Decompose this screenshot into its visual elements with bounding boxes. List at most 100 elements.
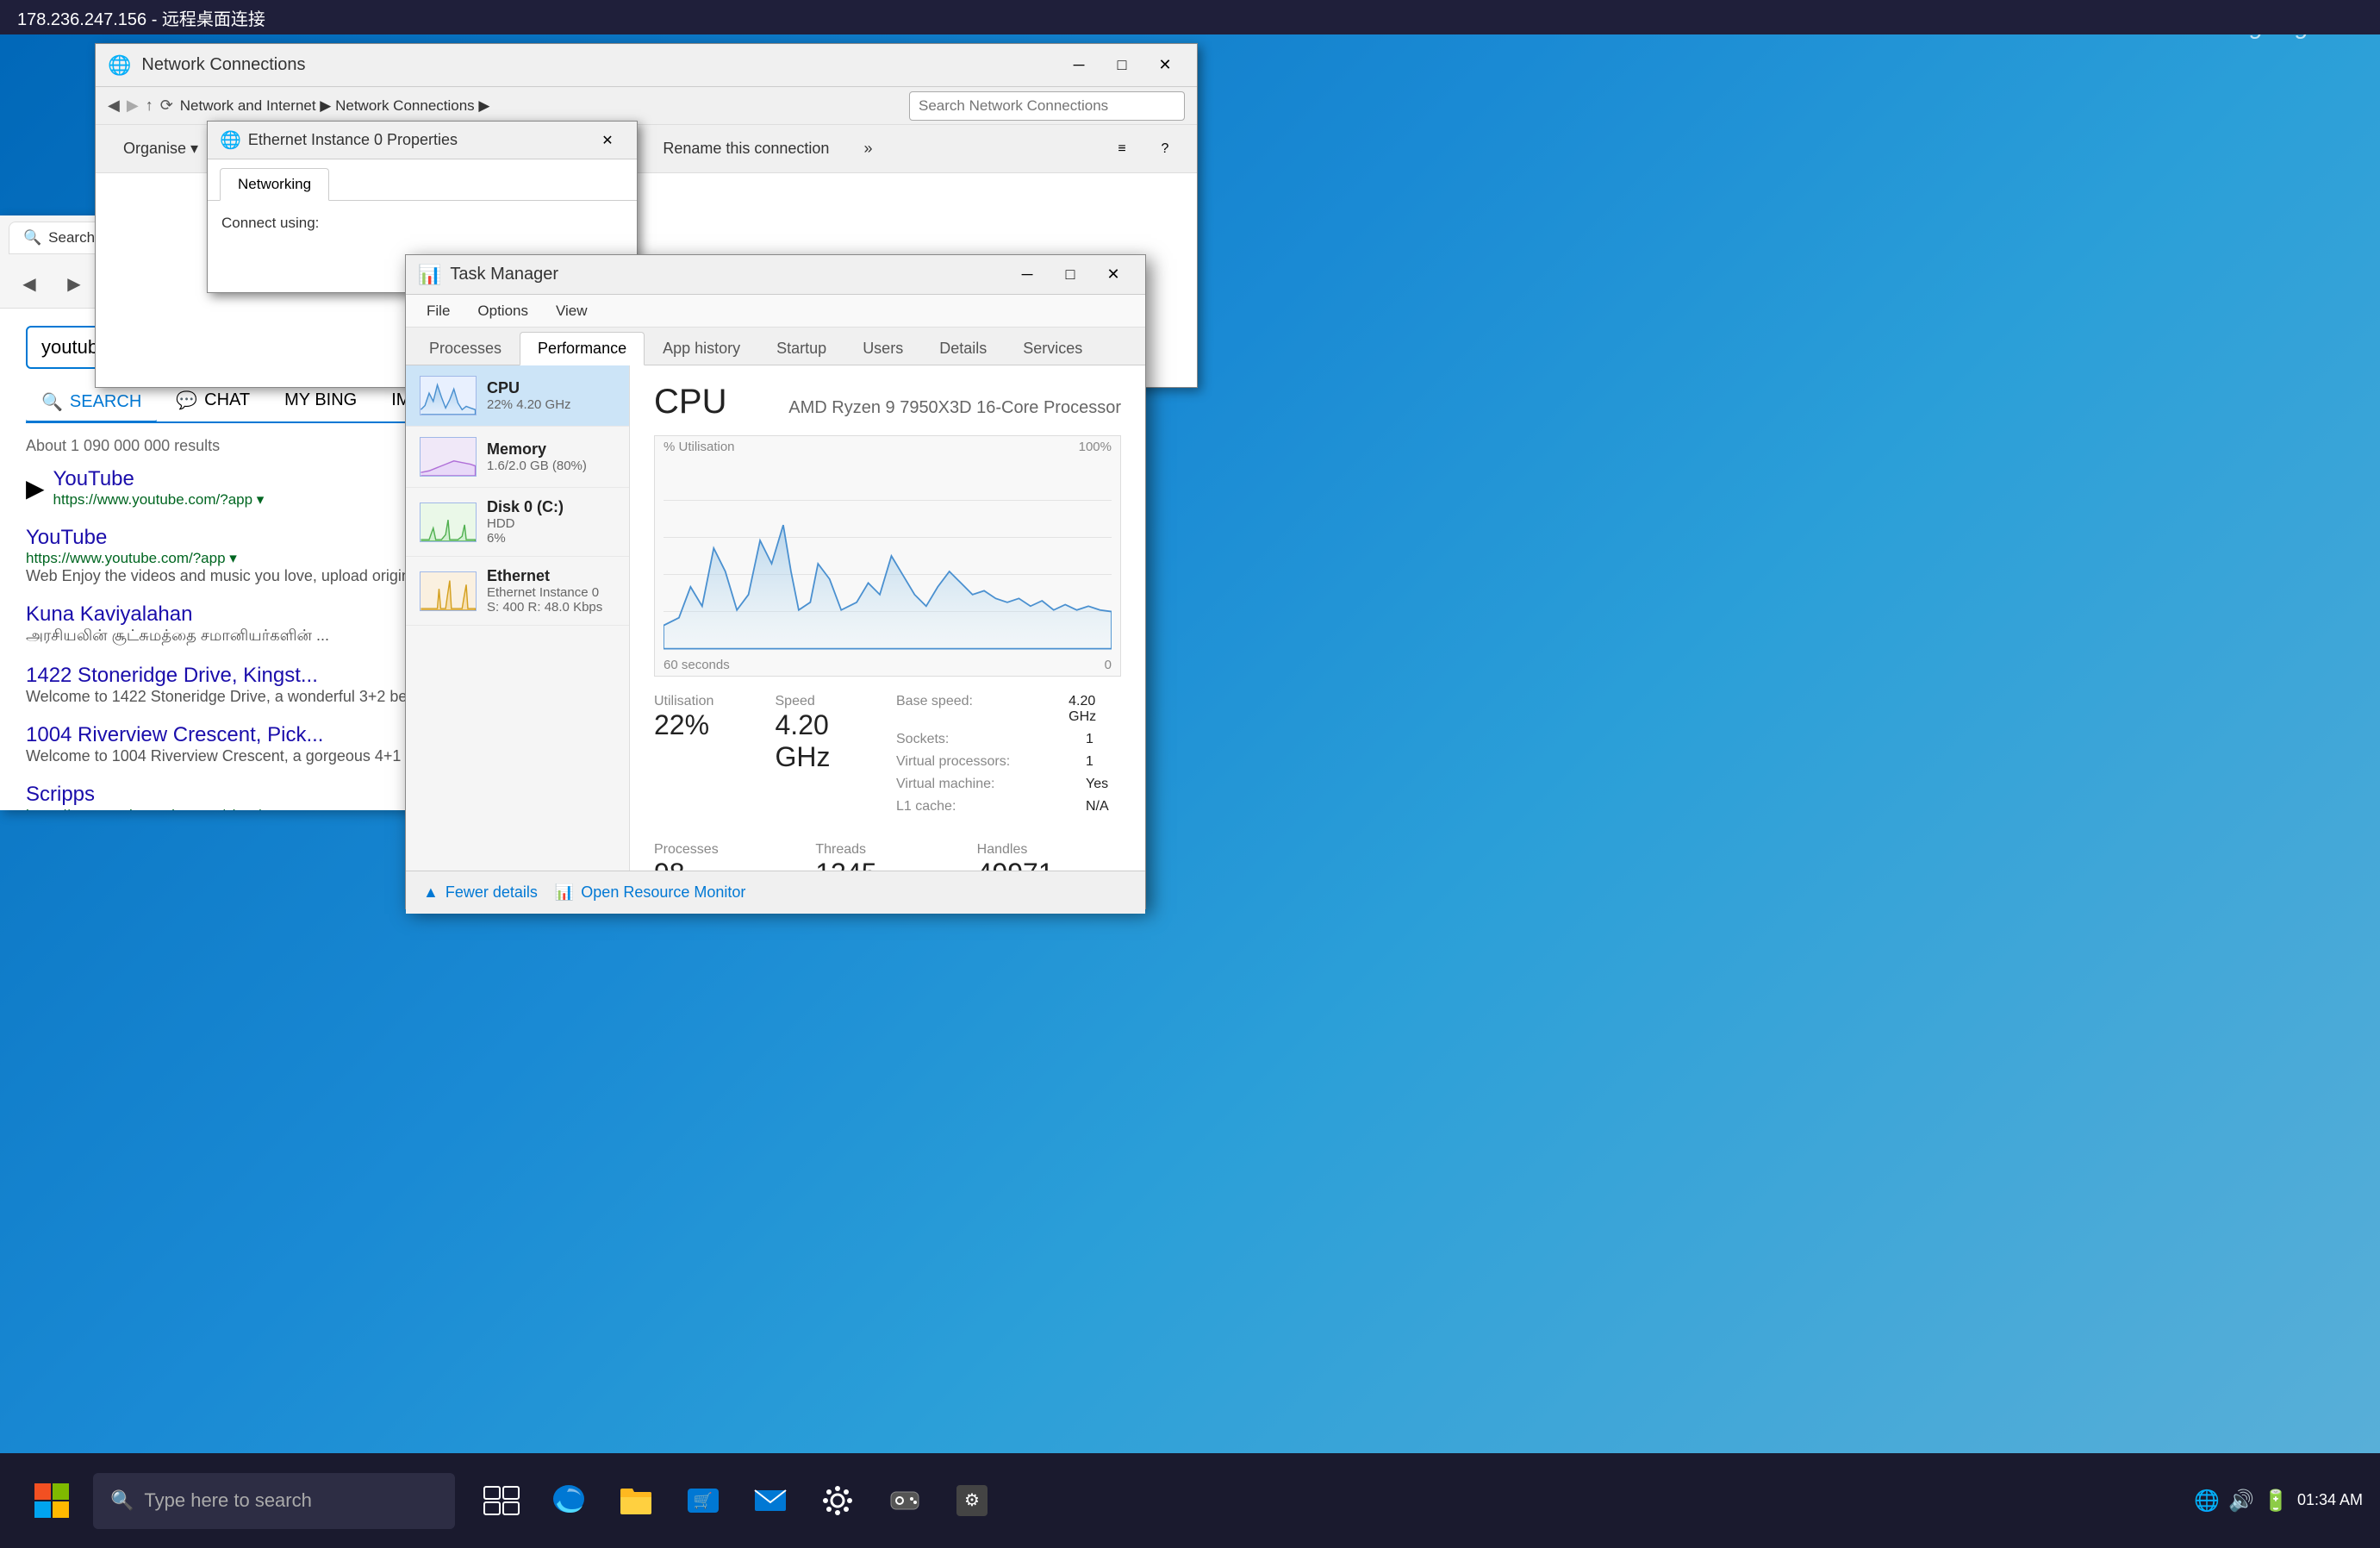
tray-volume-icon[interactable]: 🔊 <box>2228 1489 2254 1514</box>
eth-tabs: Networking <box>208 159 637 201</box>
taskbar-app-explorer[interactable] <box>605 1470 667 1532</box>
taskbar-app-extra[interactable]: ⚙ <box>941 1470 1003 1532</box>
tm-device-memory[interactable]: Memory 1.6/2.0 GB (80%) <box>406 427 629 488</box>
cpu-main-chart-svg <box>655 436 1120 676</box>
tm-menu-view[interactable]: View <box>544 297 600 325</box>
cpu-mini-graph <box>420 376 477 415</box>
more-button[interactable]: » <box>848 131 888 167</box>
ethernet-mini-svg <box>421 572 476 610</box>
l1-cache-value: N/A <box>1086 799 1109 815</box>
mail-icon <box>751 1482 789 1520</box>
tm-tab-startup[interactable]: Startup <box>758 332 844 365</box>
search-tab-mybing[interactable]: MY BING <box>269 383 372 418</box>
disk-name: Disk 0 (C:) <box>487 498 615 516</box>
tm-tab-users[interactable]: Users <box>844 332 921 365</box>
tray-clock[interactable]: 01:34 AM <box>2297 1490 2363 1510</box>
taskbar-app-store[interactable]: 🛒 <box>672 1470 734 1532</box>
fewer-details-button[interactable]: ▲ Fewer details <box>423 883 538 902</box>
tm-menu-file[interactable]: File <box>414 297 462 325</box>
virtual-processors-value: 1 <box>1086 754 1093 770</box>
tray-network-icon[interactable]: 🌐 <box>2194 1489 2220 1514</box>
tm-device-cpu[interactable]: CPU 22% 4.20 GHz <box>406 365 629 427</box>
youtube-favicon: ▶ <box>26 474 45 502</box>
ethernet-name: Ethernet <box>487 567 615 585</box>
network-window-controls: ─ □ ✕ <box>1059 51 1185 80</box>
memory-name: Memory <box>487 440 615 459</box>
tm-tab-performance[interactable]: Performance <box>520 332 645 365</box>
tm-tab-details[interactable]: Details <box>921 332 1005 365</box>
tm-menu-options[interactable]: Options <box>465 297 540 325</box>
eth-dialog-content: Connect using: <box>208 201 637 246</box>
speed-label: Speed <box>776 694 880 709</box>
stat-utilisation: Utilisation 22% <box>654 689 758 823</box>
view-toggle-button[interactable]: ≡ <box>1102 134 1142 164</box>
cpu-stats-grid: Utilisation 22% Speed 4.20 GHz Base spee… <box>654 689 1121 823</box>
extra-app-icon: ⚙ <box>953 1482 991 1520</box>
eth-close-button[interactable]: ✕ <box>590 128 625 153</box>
maximize-button[interactable]: □ <box>1102 51 1142 80</box>
close-button[interactable]: ✕ <box>1145 51 1185 80</box>
ethernet-mini-graph <box>420 571 477 611</box>
cpu-usage: 22% 4.20 GHz <box>487 397 615 412</box>
taskbar-app-settings[interactable] <box>807 1470 869 1532</box>
tm-close-button[interactable]: ✕ <box>1093 260 1133 290</box>
rename-button[interactable]: Rename this connection <box>647 131 844 167</box>
tm-title-icon: 📊 <box>418 264 441 286</box>
task-manager-window: 📊 Task Manager ─ □ ✕ File Options View P… <box>405 254 1146 909</box>
game-icon <box>886 1482 924 1520</box>
network-search-input[interactable] <box>909 91 1185 121</box>
minimize-button[interactable]: ─ <box>1059 51 1099 80</box>
nav-refresh-icon[interactable]: ⟳ <box>160 97 173 115</box>
taskbar: 🔍 Type here to search <box>0 1453 2380 1548</box>
edge-icon <box>550 1482 588 1520</box>
open-resource-monitor-button[interactable]: 📊 Open Resource Monitor <box>555 883 746 902</box>
tm-tab-services[interactable]: Services <box>1005 332 1100 365</box>
tm-tab-processes[interactable]: Processes <box>411 332 520 365</box>
ethernet-speed: S: 400 R: 48.0 Kbps <box>487 600 615 615</box>
resource-monitor-icon: 📊 <box>555 883 574 902</box>
tm-maximize-button[interactable]: □ <box>1050 260 1090 290</box>
taskbar-search-icon: 🔍 <box>110 1489 134 1512</box>
cpu-device-info: CPU 22% 4.20 GHz <box>487 379 615 412</box>
explorer-icon <box>617 1482 655 1520</box>
tm-device-list: CPU 22% 4.20 GHz Memory 1.6/2.0 GB (80%) <box>406 365 630 871</box>
taskbar-app-taskview[interactable] <box>470 1470 533 1532</box>
stat-handles: Handles 49971 <box>977 837 1121 871</box>
tm-tab-apphistory[interactable]: App history <box>645 332 758 365</box>
disk-mini-svg <box>421 503 476 541</box>
eth-dialog-title: Ethernet Instance 0 Properties <box>248 131 583 149</box>
featured-result-title[interactable]: YouTube <box>53 467 265 491</box>
eth-tab-networking[interactable]: Networking <box>220 168 329 201</box>
taskbar-search-area[interactable]: 🔍 Type here to search <box>93 1473 455 1529</box>
nav-forward-icon[interactable]: ▶ <box>127 97 139 115</box>
organise-button[interactable]: Organise ▾ <box>108 131 214 167</box>
start-button[interactable] <box>17 1470 86 1531</box>
nav-back-icon[interactable]: ◀ <box>108 97 120 115</box>
tm-bottom-bar: ▲ Fewer details 📊 Open Resource Monitor <box>406 871 1145 914</box>
sockets-value: 1 <box>1086 732 1093 747</box>
disk-device-info: Disk 0 (C:) HDD 6% <box>487 498 615 546</box>
tray-battery-icon[interactable]: 🔋 <box>2263 1489 2289 1514</box>
tm-minimize-button[interactable]: ─ <box>1007 260 1047 290</box>
taskbar-app-edge[interactable] <box>538 1470 600 1532</box>
search-tab-chat[interactable]: 💬 CHAT <box>160 383 265 418</box>
search-tab-search[interactable]: 🔍 SEARCH <box>26 383 157 423</box>
settings-icon <box>819 1482 857 1520</box>
breadcrumb: Network and Internet ▶ Network Connectio… <box>180 97 490 115</box>
browser-forward-button[interactable]: ▶ <box>55 265 93 303</box>
help-button[interactable]: ? <box>1145 134 1185 164</box>
browser-back-button[interactable]: ◀ <box>10 265 48 303</box>
remote-title-text: 178.236.247.156 - 远程桌面连接 <box>17 5 265 30</box>
taskbar-app-mail[interactable] <box>739 1470 801 1532</box>
network-window-title: Network Connections <box>141 55 1049 75</box>
cpu-mini-svg <box>421 377 476 415</box>
tm-body: CPU 22% 4.20 GHz Memory 1.6/2.0 GB (80%) <box>406 365 1145 871</box>
tm-device-disk[interactable]: Disk 0 (C:) HDD 6% <box>406 488 629 557</box>
chat-tab-label: CHAT <box>204 390 250 410</box>
spec-virtual-processors: Virtual processors: 1 <box>896 754 1121 770</box>
tm-device-ethernet[interactable]: Ethernet Ethernet Instance 0 S: 400 R: 4… <box>406 557 629 626</box>
nav-up-icon[interactable]: ↑ <box>146 97 153 115</box>
desktop: blog.taigu.me 🌐 Network Connections ─ □ … <box>0 0 2380 1548</box>
tm-title-text: Task Manager <box>450 265 999 284</box>
taskbar-app-game[interactable] <box>874 1470 936 1532</box>
